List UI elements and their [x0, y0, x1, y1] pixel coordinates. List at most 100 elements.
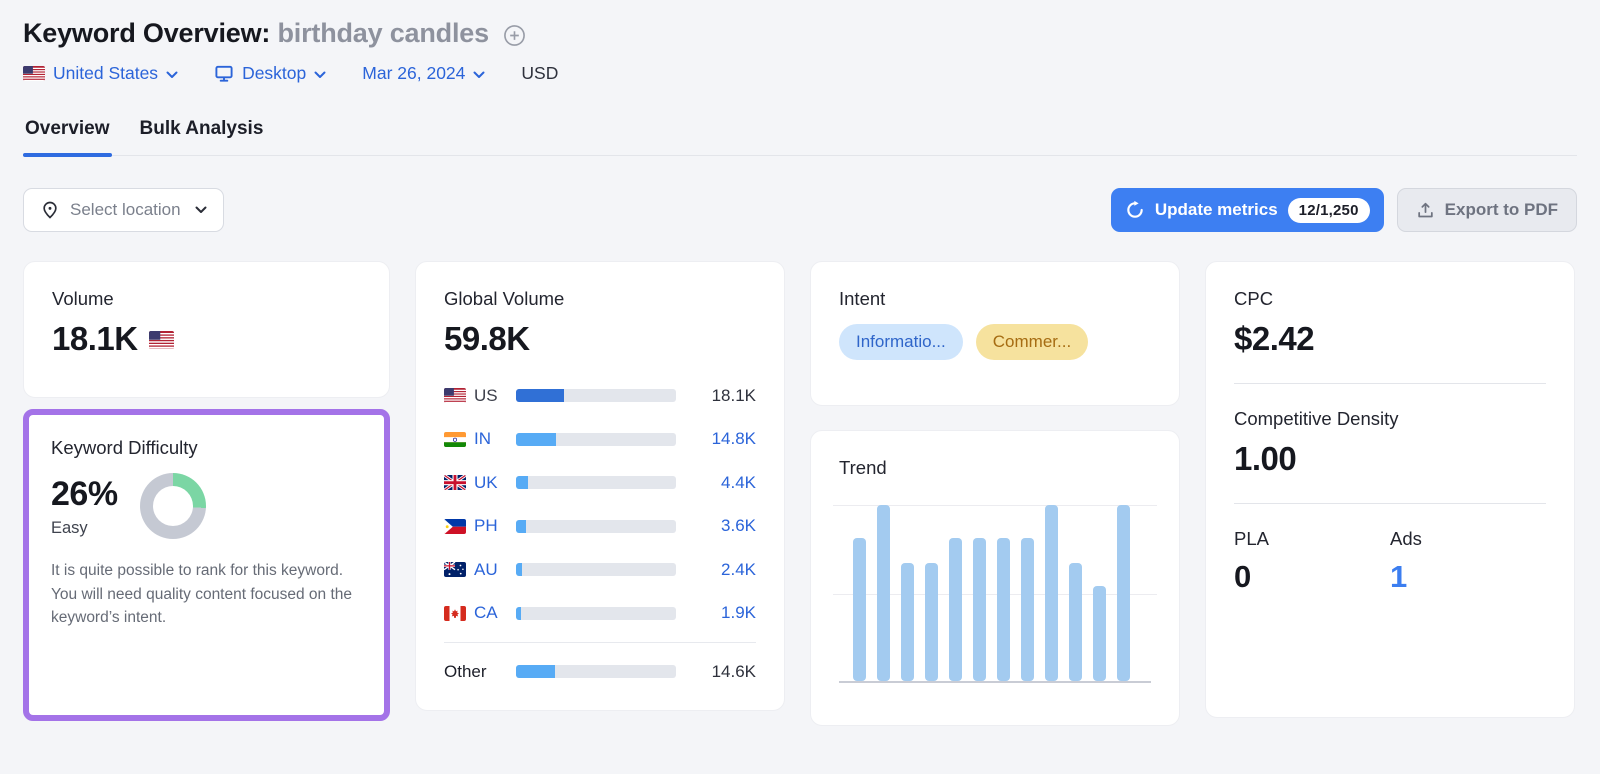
global-volume-row: CA 1.9K [444, 592, 756, 636]
toolbar: Select location Update metrics 12/1,250 … [23, 188, 1577, 232]
trend-bar [973, 538, 986, 681]
kd-level: Easy [51, 518, 88, 537]
country-code-uk[interactable]: UK [474, 473, 516, 493]
volume-bar [516, 389, 676, 403]
country-volume-value[interactable]: 2.4K [690, 560, 756, 580]
ads-title: Ads [1390, 528, 1422, 549]
country-code-ca[interactable]: CA [474, 603, 516, 623]
volume-bar [516, 432, 676, 446]
cpc-value: $2.42 [1234, 320, 1315, 357]
country-volume-value[interactable]: 1.9K [690, 603, 756, 623]
date-dropdown[interactable]: Mar 26, 2024 [362, 63, 485, 84]
intent-badges: Informatio... Commer... [839, 324, 1151, 360]
chevron-down-icon [473, 71, 485, 78]
tab-bar: Overview Bulk Analysis [23, 118, 1577, 157]
volume-bar [516, 563, 676, 577]
volume-value-row: 18.1K [52, 320, 361, 358]
trend-title: Trend [839, 457, 887, 478]
pla-ads-row: PLA 0 Ads 1 [1234, 528, 1546, 595]
page-header: Keyword Overview: birthday candles [23, 18, 1577, 49]
trend-bar [949, 538, 962, 681]
chevron-down-icon [195, 206, 207, 213]
country-volume-value[interactable]: 3.6K [690, 516, 756, 536]
intent-badge-1[interactable]: Commer... [975, 324, 1089, 360]
us-flag-icon [148, 331, 174, 349]
country-code-ph[interactable]: PH [474, 516, 516, 536]
us-flag-icon [23, 65, 45, 82]
trend-bar [925, 563, 938, 681]
kd-score-block: 26% Easy [51, 475, 118, 538]
tab-bulk-analysis[interactable]: Bulk Analysis [138, 118, 266, 155]
export-icon [1417, 202, 1433, 217]
pla-title: PLA [1234, 528, 1269, 549]
competitive-density-title: Competitive Density [1234, 408, 1399, 429]
country-code-in[interactable]: IN [474, 429, 516, 449]
global-volume-value: 59.8K [444, 320, 530, 357]
select-location-button[interactable]: Select location [23, 188, 224, 232]
trend-bar [1093, 585, 1106, 681]
global-volume-row: Other 14.6K [444, 650, 756, 694]
competitive-density-value: 1.00 [1234, 440, 1297, 477]
tab-overview[interactable]: Overview [23, 118, 112, 157]
country-volume-value: 18.1K [711, 385, 756, 405]
update-metrics-button[interactable]: Update metrics 12/1,250 [1110, 188, 1384, 232]
cpc-title: CPC [1234, 288, 1274, 309]
global-volume-row: IN 14.8K [444, 418, 756, 462]
device-dropdown[interactable]: Desktop [214, 63, 326, 84]
keyword-difficulty-card: Keyword Difficulty 26% Easy It is quite … [29, 415, 384, 630]
trend-bar [853, 538, 866, 681]
country-volume-value[interactable]: 4.4K [690, 473, 756, 493]
trend-chart [833, 505, 1157, 683]
keyword-difficulty-highlight-box: Keyword Difficulty 26% Easy It is quite … [23, 409, 390, 721]
trend-bar [1021, 538, 1034, 681]
other-label: Other [444, 661, 487, 681]
volume-card: Volume 18.1K [23, 261, 390, 398]
global-volume-row: UK 4.4K [444, 461, 756, 505]
intent-badge-0[interactable]: Informatio... [839, 324, 963, 360]
ads-block: Ads 1 [1390, 528, 1546, 595]
kd-score-row: 26% Easy [51, 473, 362, 539]
page-title: Keyword Overview: birthday candles [23, 18, 489, 49]
uk-flag-icon [444, 475, 466, 491]
country-code-au[interactable]: AU [474, 560, 516, 580]
chevron-down-icon [166, 71, 178, 78]
trend-bars [839, 505, 1151, 681]
divider [1234, 383, 1546, 384]
global-volume-rows: US 18.1K IN 14.8K UK 4.4K PH 3.6K AU 2.4K CA 1.9K Ot… [444, 374, 756, 694]
trend-bar [901, 563, 914, 681]
location-dropdown[interactable]: United States [23, 63, 178, 84]
page-title-keyword: birthday candles [277, 18, 490, 48]
other-volume-value: 14.6K [711, 661, 756, 681]
global-volume-card: Global Volume 59.8K US 18.1K IN 14.8K UK 4.4K… [415, 261, 785, 711]
ads-value[interactable]: 1 [1390, 559, 1546, 595]
trend-bar [1117, 505, 1130, 681]
us-flag-icon [444, 388, 466, 404]
volume-title: Volume [52, 288, 114, 309]
kd-title: Keyword Difficulty [51, 437, 198, 458]
ca-flag-icon [444, 605, 466, 621]
trend-card: Trend [810, 430, 1180, 726]
device-label: Desktop [242, 63, 307, 83]
kd-percent: 26% [51, 474, 118, 513]
trend-bar [877, 505, 890, 681]
intent-card: Intent Informatio... Commer... [810, 261, 1180, 406]
location-label: United States [53, 63, 159, 83]
divider [444, 642, 756, 643]
volume-bar [516, 519, 676, 533]
pla-value: 0 [1234, 559, 1251, 594]
volume-bar [516, 665, 676, 679]
country-volume-value[interactable]: 14.8K [690, 429, 756, 449]
cpc-metrics-card: CPC $2.42 Competitive Density 1.00 PLA 0… [1205, 261, 1575, 718]
metrics-grid: Volume 18.1K Keyword Difficulty 26% Easy [23, 261, 1577, 726]
column-intent-trend: Intent Informatio... Commer... Trend [810, 261, 1180, 726]
global-volume-row: AU 2.4K [444, 548, 756, 592]
add-keyword-icon[interactable] [503, 24, 526, 47]
update-metrics-count-badge: 12/1,250 [1287, 197, 1370, 223]
export-to-pdf-button[interactable]: Export to PDF [1396, 188, 1577, 232]
trend-bar [1045, 505, 1058, 681]
currency-label: USD [521, 63, 559, 83]
column-volume-kd: Volume 18.1K Keyword Difficulty 26% Easy [23, 261, 390, 721]
kd-donut-chart [139, 473, 206, 539]
global-volume-title: Global Volume [444, 288, 565, 309]
pla-block: PLA 0 [1234, 528, 1390, 595]
